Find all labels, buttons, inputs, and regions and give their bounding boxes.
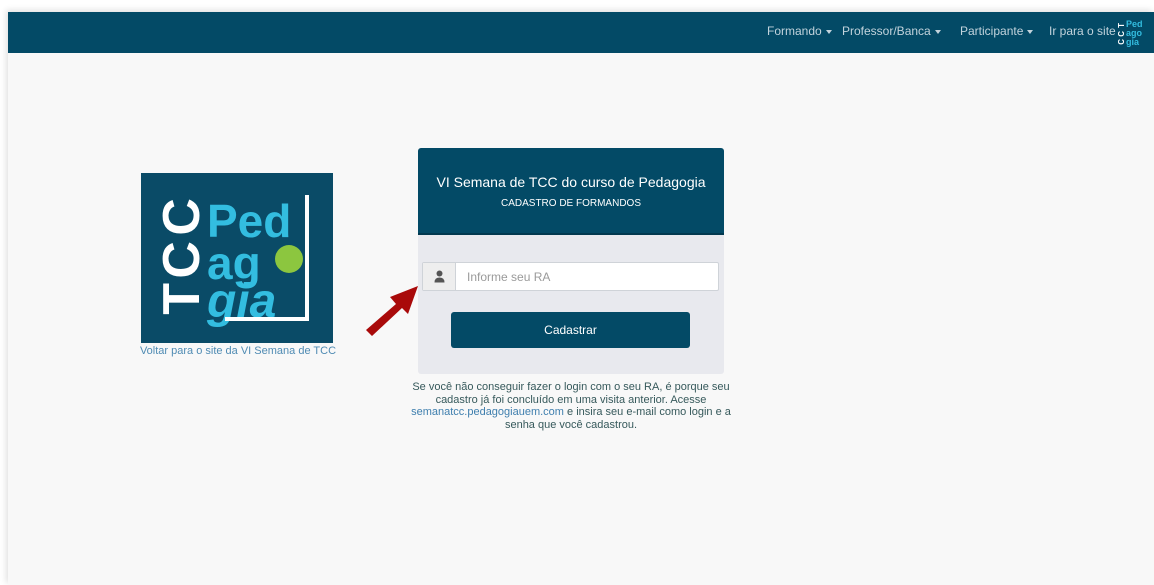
tcc-pedagogia-logo[interactable]: C C T Ped ag gia [141,173,333,343]
card-subtitle: CADASTRO DE FORMANDOS [500,198,641,209]
help-text: Se você não conseguir fazer o login com … [410,381,732,431]
ra-input-group [422,262,719,291]
card-title: VI Semana de TCC do curso de Pedagogia [436,174,706,190]
user-icon-addon [423,263,456,290]
registration-card: VI Semana de TCC do curso de Pedagogia C… [418,148,724,374]
caret-down-icon [934,29,941,34]
help-text-before: Se você não conseguir fazer o login com … [412,381,730,406]
logo-letter-c2: C [153,241,211,279]
nav-ir-para-site-label: Ir para o site [1049,24,1116,38]
logo-green-dot [275,245,303,273]
nav-formando-label: Formando [767,24,822,38]
nav-professor-label: Professor/Banca [842,24,931,38]
top-navbar: Formando Professor/Banca Participante Ir… [8,12,1154,53]
arrow-icon [366,286,418,336]
nav-formando[interactable]: Formando [767,24,832,38]
nav-tcc-pedagogia-logo[interactable]: T C C Ped ago gia [1117,18,1147,48]
nav-participante-label: Participante [960,24,1024,38]
nav-logo-gia: gia [1126,37,1140,47]
nav-logo-c2: C [1117,39,1126,45]
page: Formando Professor/Banca Participante Ir… [8,12,1154,585]
nav-participante[interactable]: Participante [960,24,1034,38]
nav-ir-para-site[interactable]: Ir para o site [1049,24,1116,38]
logo-letter-t: T [153,283,211,315]
site-link[interactable]: semanatcc.pedagogiauem.com [411,406,564,418]
nav-logo-c1: C [1117,31,1126,37]
nav-logo-t: T [1117,23,1126,28]
ra-input[interactable] [457,263,718,290]
back-to-site-link[interactable]: Voltar para o site da VI Semana de TCC [128,345,348,357]
user-icon [434,270,445,283]
nav-professor-banca[interactable]: Professor/Banca [842,24,941,38]
caret-down-icon [825,29,832,34]
caret-down-icon [1027,29,1034,34]
cadastrar-button[interactable]: Cadastrar [451,312,690,348]
logo-letter-c1: C [153,198,211,236]
card-header: VI Semana de TCC do curso de Pedagogia C… [418,148,724,235]
